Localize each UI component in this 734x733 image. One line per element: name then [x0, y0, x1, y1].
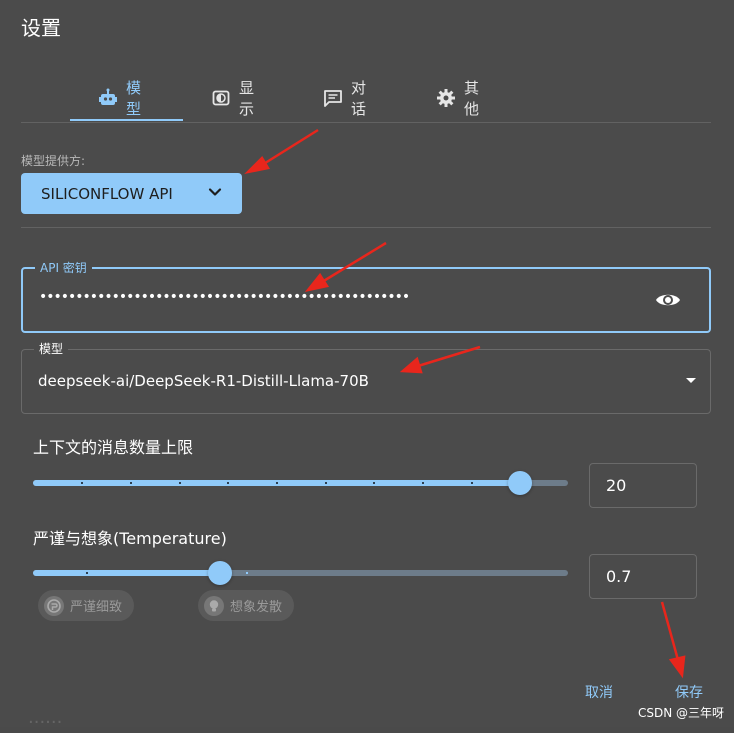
- provider-select-button[interactable]: SILICONFLOW API: [21, 173, 242, 214]
- provider-value: SILICONFLOW API: [41, 184, 173, 203]
- imaginative-chip-label: 想象发散: [230, 600, 283, 615]
- save-button[interactable]: 保存: [675, 682, 703, 702]
- slider-tick: [471, 482, 473, 484]
- tab-label: 显示: [239, 79, 255, 118]
- cancel-button[interactable]: 取消: [585, 682, 613, 702]
- slider-tick: [179, 482, 181, 484]
- display-icon: [211, 88, 231, 108]
- tabs-divider: [21, 122, 711, 123]
- tab-label: 其他: [464, 79, 480, 118]
- model-select[interactable]: 模型 deepseek-ai/DeepSeek-R1-Distill-Llama…: [21, 340, 711, 414]
- slider-fill: [33, 570, 220, 576]
- slider-thumb[interactable]: [508, 471, 532, 495]
- api-key-input[interactable]: ••••••••••••••••••••••••••••••••••••••••…: [39, 289, 410, 305]
- lightbulb-icon: [204, 595, 224, 616]
- tab-other[interactable]: 其他: [436, 76, 479, 120]
- context-limit-slider[interactable]: [33, 471, 568, 495]
- temperature-input[interactable]: 0.7: [589, 554, 697, 599]
- slider-tick: [325, 482, 327, 484]
- tab-display[interactable]: 显示: [211, 76, 254, 120]
- temperature-label: 严谨与想象(Temperature): [33, 529, 227, 548]
- provider-label: 模型提供方:: [21, 154, 86, 168]
- watermark: CSDN @三年呀: [637, 706, 724, 720]
- precise-chip[interactable]: 严谨细致: [38, 590, 135, 621]
- imaginative-chip[interactable]: 想象发散: [198, 590, 295, 621]
- tab-label: 对话: [351, 79, 367, 118]
- slider-tick: [422, 482, 424, 484]
- chat-icon: [323, 88, 343, 108]
- model-value: deepseek-ai/DeepSeek-R1-Distill-Llama-70…: [38, 372, 369, 390]
- temperature-slider[interactable]: [33, 561, 568, 585]
- slider-tick: [130, 482, 132, 484]
- active-tab-indicator: [70, 119, 183, 121]
- robot-icon: [98, 88, 118, 108]
- gear-icon: [436, 88, 456, 108]
- slider-tick: [227, 482, 229, 484]
- context-limit-input[interactable]: 20: [589, 463, 697, 508]
- tab-chat[interactable]: 对话: [323, 76, 366, 120]
- slider-tick: [373, 482, 375, 484]
- model-label: 模型: [34, 340, 69, 357]
- context-limit-label: 上下文的消息数量上限: [33, 438, 194, 457]
- api-key-field[interactable]: API 密钥 •••••••••••••••••••••••••••••••••…: [21, 259, 711, 333]
- chevron-down-icon: [208, 185, 222, 203]
- visibility-eye-icon[interactable]: [655, 291, 681, 313]
- api-key-label: API 密钥: [35, 259, 92, 276]
- provider-divider: [21, 227, 711, 228]
- settings-dialog: 设置 模型 显示 对话 其他 模型提供方: SILICONFLOW API AP…: [0, 0, 734, 727]
- precise-icon: [44, 595, 64, 616]
- slider-tick: [86, 572, 88, 574]
- tab-label: 模型: [126, 79, 142, 118]
- precise-chip-label: 严谨细致: [70, 600, 123, 615]
- slider-thumb[interactable]: [208, 561, 232, 585]
- dropdown-arrow-icon: [686, 378, 696, 383]
- background-page-text: ······: [28, 712, 63, 733]
- slider-tick: [81, 482, 83, 484]
- slider-tick: [276, 482, 278, 484]
- tab-model[interactable]: 模型: [98, 76, 141, 120]
- dialog-title: 设置: [21, 16, 61, 40]
- slider-tick: [246, 572, 248, 574]
